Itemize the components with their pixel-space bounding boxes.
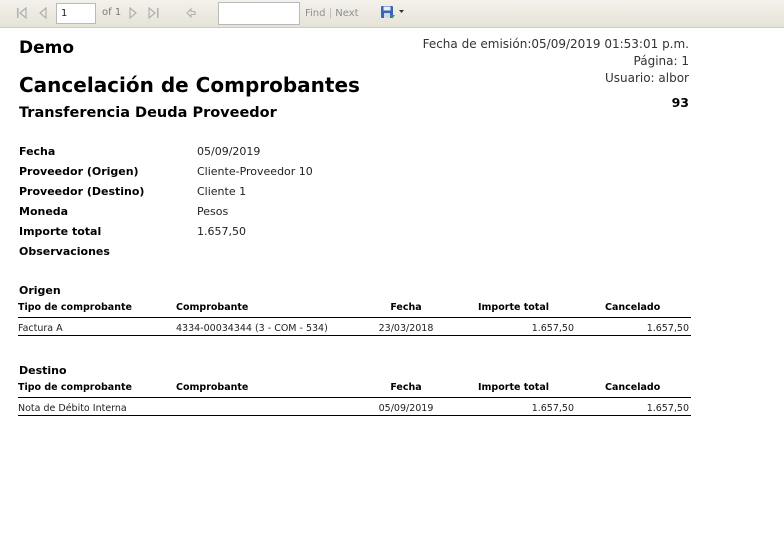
- destino-table: Tipo de comprobante Comprobante Fecha Im…: [18, 380, 691, 416]
- report-viewer-toolbar: 1 of 1 Find | Next: [0, 0, 784, 28]
- table-header-row: Tipo de comprobante Comprobante Fecha Im…: [18, 380, 691, 398]
- field-label: Importe total: [19, 225, 102, 238]
- page-count-label: of 1: [102, 7, 122, 18]
- cell-cancelado: 1.657,50: [574, 397, 691, 416]
- save-export-icon[interactable]: [380, 5, 396, 20]
- cell-fecha: 23/03/2018: [356, 317, 456, 336]
- cell-importe: 1.657,50: [456, 317, 574, 336]
- section-title-origen: Origen: [19, 284, 61, 297]
- cell-comprobante: [176, 397, 356, 416]
- table-row: Nota de Débito Interna 05/09/2019 1.657,…: [18, 397, 691, 416]
- column-header: Tipo de comprobante: [18, 300, 176, 318]
- column-header: Comprobante: [176, 380, 356, 398]
- report-title: Cancelación de Comprobantes: [19, 73, 360, 97]
- find-separator: |: [328, 8, 333, 19]
- next-page-icon[interactable]: [128, 6, 138, 20]
- last-page-icon[interactable]: [147, 6, 160, 20]
- cell-comprobante: 4334-00034344 (3 - COM - 534): [176, 317, 356, 336]
- column-header: Importe total: [456, 300, 574, 318]
- field-label: Proveedor (Origen): [19, 165, 139, 178]
- cell-fecha: 05/09/2019: [356, 397, 456, 416]
- field-value: Cliente-Proveedor 10: [197, 165, 313, 178]
- find-controls: Find | Next: [305, 8, 359, 19]
- user-label: Usuario: albor: [604, 71, 689, 85]
- cell-cancelado: 1.657,50: [574, 317, 691, 336]
- column-header: Importe total: [456, 380, 574, 398]
- first-page-icon[interactable]: [16, 6, 28, 20]
- cell-tipo: Factura A: [18, 317, 176, 336]
- column-header: Cancelado: [574, 380, 691, 398]
- company-name: Demo: [19, 38, 75, 58]
- find-text-input[interactable]: [218, 2, 300, 25]
- find-link[interactable]: Find: [305, 8, 326, 19]
- table-header-row: Tipo de comprobante Comprobante Fecha Im…: [18, 300, 691, 318]
- column-header: Cancelado: [574, 300, 691, 318]
- back-icon[interactable]: [185, 6, 197, 20]
- column-header: Tipo de comprobante: [18, 380, 176, 398]
- field-value: 05/09/2019: [197, 145, 261, 158]
- field-value: Cliente 1: [197, 185, 247, 198]
- field-value: 1.657,50: [197, 225, 246, 238]
- page-indicator: Página: 1: [633, 54, 689, 68]
- field-label: Observaciones: [19, 245, 110, 258]
- column-header: Comprobante: [176, 300, 356, 318]
- cell-importe: 1.657,50: [456, 397, 574, 416]
- cell-tipo: Nota de Débito Interna: [18, 397, 176, 416]
- origen-table: Tipo de comprobante Comprobante Fecha Im…: [18, 300, 691, 336]
- table-row: Factura A 4334-00034344 (3 - COM - 534) …: [18, 317, 691, 336]
- next-link[interactable]: Next: [335, 8, 358, 19]
- section-title-destino: Destino: [19, 364, 67, 377]
- report-subtitle: Transferencia Deuda Proveedor: [19, 105, 277, 121]
- column-header: Fecha: [356, 300, 456, 318]
- page-number-input[interactable]: 1: [56, 3, 96, 24]
- prev-page-icon[interactable]: [38, 6, 48, 20]
- document-number: 93: [671, 95, 689, 110]
- issue-date: Fecha de emisión:05/09/2019 01:53:01 p.m…: [422, 37, 689, 51]
- field-value: Pesos: [197, 205, 229, 218]
- column-header: Fecha: [356, 380, 456, 398]
- field-label: Proveedor (Destino): [19, 185, 145, 198]
- field-label: Fecha: [19, 145, 56, 158]
- field-label: Moneda: [19, 205, 69, 218]
- dropdown-arrow-icon[interactable]: [398, 6, 405, 16]
